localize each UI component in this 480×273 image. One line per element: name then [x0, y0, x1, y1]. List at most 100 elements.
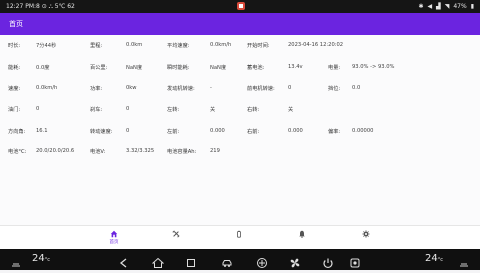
- stat-label: 里程:: [90, 43, 103, 49]
- gear-icon: [362, 230, 370, 238]
- stats-panel: 时长: 7分44秒 里程: 0.0km 平均速度: 0.0km/h 开始时间: 2023-04…: [0, 35, 480, 225]
- nav-tools[interactable]: [166, 230, 186, 248]
- tools-icon: [172, 230, 180, 238]
- home-icon: [110, 230, 118, 238]
- title-bar: 首页: [0, 13, 480, 35]
- stat-label: 平均速度:: [167, 43, 190, 49]
- stat-value: 0: [126, 128, 130, 134]
- status-bar: 12:27 PM:8 ⊙ ⛬ 5℃ 62 ✱ ◀ ▟ ◥ 47% ▮: [0, 0, 480, 13]
- stat-value: 2023-04-16 12:20:02: [288, 42, 344, 48]
- stat-label: 左转:: [167, 107, 180, 113]
- right-temp-unit: °c: [437, 257, 443, 263]
- stat-value: 20.0/20.0/20.6: [36, 148, 75, 154]
- stat-label: 电池°C:: [8, 149, 27, 155]
- app-icon[interactable]: [256, 254, 268, 268]
- stat-value: 13.4v: [288, 64, 303, 70]
- stat-value: 0.0km: [126, 42, 143, 48]
- stat-label: 瞬时能耗:: [167, 65, 190, 71]
- stat-value: 93.0% -> 93.0%: [352, 64, 395, 70]
- recents-icon[interactable]: [185, 254, 197, 267]
- nav-settings[interactable]: [356, 230, 376, 248]
- stat-value: 0: [36, 106, 40, 112]
- stat-label: 转动速度:: [90, 129, 113, 135]
- stat-value: 0.0km/h: [36, 85, 58, 91]
- stat-value: NaN度: [126, 65, 143, 71]
- nav-home[interactable]: 首页: [104, 230, 124, 248]
- stat-label: 方向角:: [8, 129, 26, 135]
- left-temperature: 24°c: [32, 253, 50, 264]
- right-temp-value: 24: [425, 253, 438, 264]
- wifi-icon: ◥: [444, 3, 450, 10]
- stat-value: 3.32/3.325: [126, 148, 155, 154]
- stat-value: 0: [126, 106, 130, 112]
- stat-label: 时长:: [8, 43, 21, 49]
- home-system-icon[interactable]: [151, 254, 165, 268]
- stat-value: 关: [288, 107, 294, 113]
- stat-label: 开始时间:: [247, 43, 270, 49]
- stats-row: 电池°C: 20.0/20.0/20.6 电池V: 3.32/3.325 电池容量Ah:…: [0, 145, 480, 157]
- stat-value: 0.0度: [36, 65, 50, 71]
- system-bar: 24°c 24°c: [0, 249, 480, 270]
- stat-value: 0.000: [288, 128, 303, 134]
- stats-row: 能耗: 0.0度 百公里: NaN度 瞬时能耗: NaN度 蓄电池: 13.4v 电量: 93.0…: [0, 61, 480, 73]
- status-left-text: 12:27 PM:8 ⊙ ⛬ 5℃ 62: [6, 3, 75, 10]
- stat-value: -: [210, 85, 212, 91]
- car-icon[interactable]: [221, 254, 233, 267]
- stat-label: 右转:: [247, 107, 260, 113]
- stat-label: 右前:: [247, 129, 260, 135]
- climate-right-icon[interactable]: [458, 254, 470, 267]
- fan-icon[interactable]: [289, 254, 301, 268]
- stat-label: 能耗:: [8, 65, 21, 71]
- stat-value: 16.1: [36, 128, 48, 134]
- stat-label: 蓄电池:: [247, 65, 265, 71]
- bell-icon: [299, 230, 305, 238]
- nav-home-label: 首页: [109, 240, 119, 245]
- stat-label: 前电机转速:: [247, 86, 275, 92]
- stat-label: 电量:: [328, 65, 341, 71]
- stats-row: 油门: 0 刹车: 0 左转: 关 右转: 关: [0, 103, 480, 115]
- stat-label: 电池容量Ah:: [167, 149, 197, 155]
- stat-label: 左前:: [167, 129, 180, 135]
- stat-value: 0: [288, 85, 292, 91]
- battery-percent: 47%: [453, 3, 467, 10]
- screenshot-icon[interactable]: [349, 254, 361, 268]
- stat-label: 功率:: [90, 86, 103, 92]
- stat-value: 0.0km/h: [210, 42, 232, 48]
- stat-label: 电池V:: [90, 149, 106, 155]
- stat-label: 速度:: [8, 86, 21, 92]
- volume-icon: ◀: [427, 3, 433, 10]
- climate-left-icon[interactable]: [10, 254, 22, 267]
- left-temp-value: 24: [32, 253, 45, 264]
- right-temperature: 24°c: [425, 253, 443, 264]
- stats-row: 时长: 7分44秒 里程: 0.0km 平均速度: 0.0km/h 开始时间: 2023-04…: [0, 39, 480, 51]
- stat-value: 0.0: [352, 85, 361, 91]
- back-icon[interactable]: [118, 254, 130, 268]
- app-status-icon: [236, 1, 246, 11]
- status-right: ✱ ◀ ▟ ◥ 47% ▮: [418, 3, 474, 10]
- signal-icon: ▟: [436, 3, 441, 10]
- stat-value: NaN度: [210, 65, 227, 71]
- battery-status-icon: ▮: [470, 3, 474, 10]
- stat-value: 0.00000: [352, 128, 374, 134]
- nav-battery[interactable]: [229, 230, 249, 248]
- nav-alerts[interactable]: [292, 230, 312, 248]
- stat-label: 刹车:: [90, 107, 103, 113]
- battery-icon: [237, 230, 241, 238]
- stat-label: 挡位:: [328, 86, 341, 92]
- stats-row: 速度: 0.0km/h 功率: 0kw 发动机转速: - 前电机转速: 0 挡位: 0.0: [0, 82, 480, 94]
- stat-label: 油门:: [8, 107, 21, 113]
- left-temp-unit: °c: [44, 257, 50, 263]
- stat-value: 219: [210, 148, 220, 154]
- stats-row: 方向角: 16.1 转动速度: 0 左前: 0.000 右前: 0.000 偏率: 0.00000: [0, 125, 480, 137]
- stat-value: 0kw: [126, 85, 137, 91]
- page-title: 首页: [9, 20, 23, 28]
- power-icon[interactable]: [322, 254, 334, 269]
- stat-label: 发动机转速:: [167, 86, 195, 92]
- stat-label: 偏率:: [328, 129, 341, 135]
- stat-value: 7分44秒: [36, 43, 57, 49]
- stat-label: 百公里:: [90, 65, 108, 71]
- stat-value: 关: [210, 107, 216, 113]
- stat-value: 0.000: [210, 128, 225, 134]
- bluetooth-icon: ✱: [418, 3, 424, 10]
- bottom-nav: 首页: [0, 225, 480, 250]
